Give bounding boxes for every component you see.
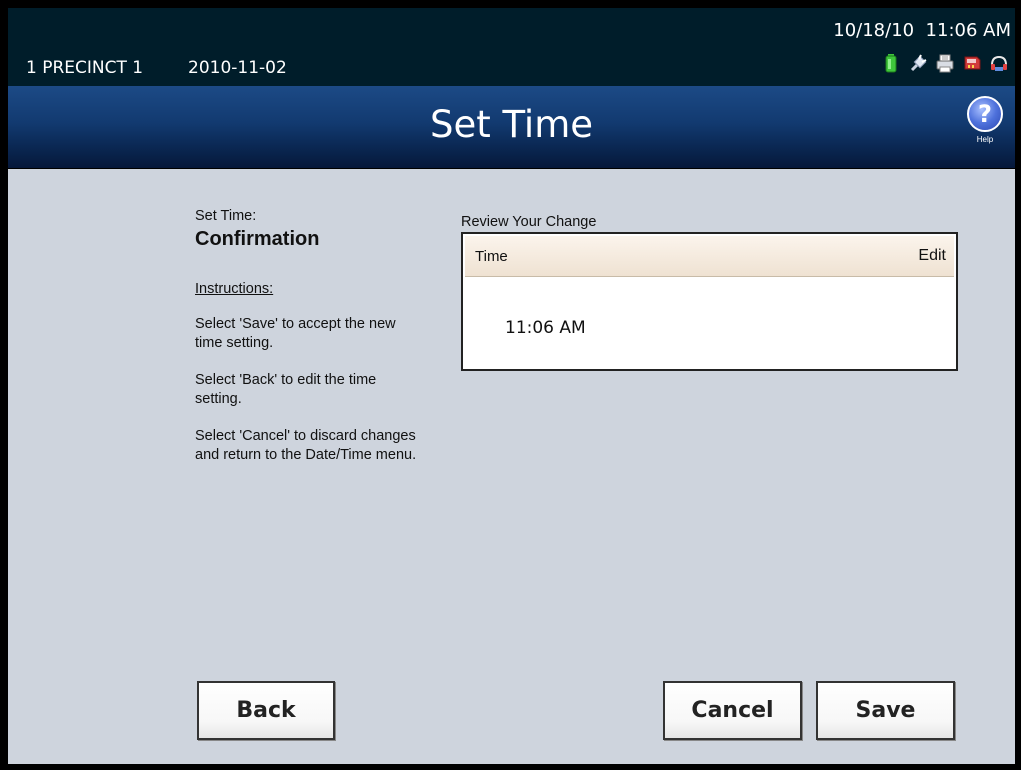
battery-icon bbox=[885, 54, 897, 73]
status-icons bbox=[881, 52, 1009, 74]
column-edit: Edit bbox=[918, 247, 946, 264]
cancel-button[interactable]: Cancel bbox=[663, 681, 802, 740]
help-label: Help bbox=[976, 135, 994, 144]
time-value[interactable]: 11:06 AM bbox=[505, 318, 586, 338]
precinct-label: 1 PRECINCT 1 bbox=[26, 58, 144, 78]
help-icon[interactable]: ? bbox=[967, 96, 1003, 132]
election-date: 2010-11-02 bbox=[188, 58, 287, 78]
instruction-save: Select 'Save' to accept the new time set… bbox=[195, 316, 396, 351]
save-button[interactable]: Save bbox=[816, 681, 955, 740]
instructions-panel: Set Time: Confirmation Instructions: Sel… bbox=[195, 208, 425, 465]
column-time: Time bbox=[475, 248, 508, 265]
instruction-cancel: Select 'Cancel' to discard changes and r… bbox=[195, 428, 417, 463]
instruction-back: Select 'Back' to edit the time setting. bbox=[195, 372, 377, 407]
printer-icon bbox=[936, 54, 954, 73]
help-button[interactable]: ? Help bbox=[965, 96, 1005, 154]
audio-icon bbox=[991, 55, 1007, 71]
memory-card-icon bbox=[964, 56, 981, 70]
title-bar: Set Time ? Help bbox=[8, 86, 1015, 169]
review-table: Time Edit 11:06 AM bbox=[461, 232, 958, 371]
instructions-heading: Instructions: bbox=[195, 281, 274, 297]
review-table-header: Time Edit bbox=[465, 236, 954, 277]
power-plug-icon bbox=[910, 54, 927, 72]
step-title: Confirmation bbox=[195, 228, 320, 250]
current-datetime: 10/18/10 11:06 AM bbox=[833, 20, 1011, 41]
status-bar: 1 PRECINCT 1 2010-11-02 10/18/10 11:06 A… bbox=[8, 8, 1015, 86]
screen-frame: 1 PRECINCT 1 2010-11-02 10/18/10 11:06 A… bbox=[8, 8, 1015, 764]
review-label: Review Your Change bbox=[461, 214, 597, 230]
page-title: Set Time bbox=[429, 103, 594, 146]
step-label: Set Time: bbox=[195, 208, 257, 224]
back-button[interactable]: Back bbox=[197, 681, 335, 740]
